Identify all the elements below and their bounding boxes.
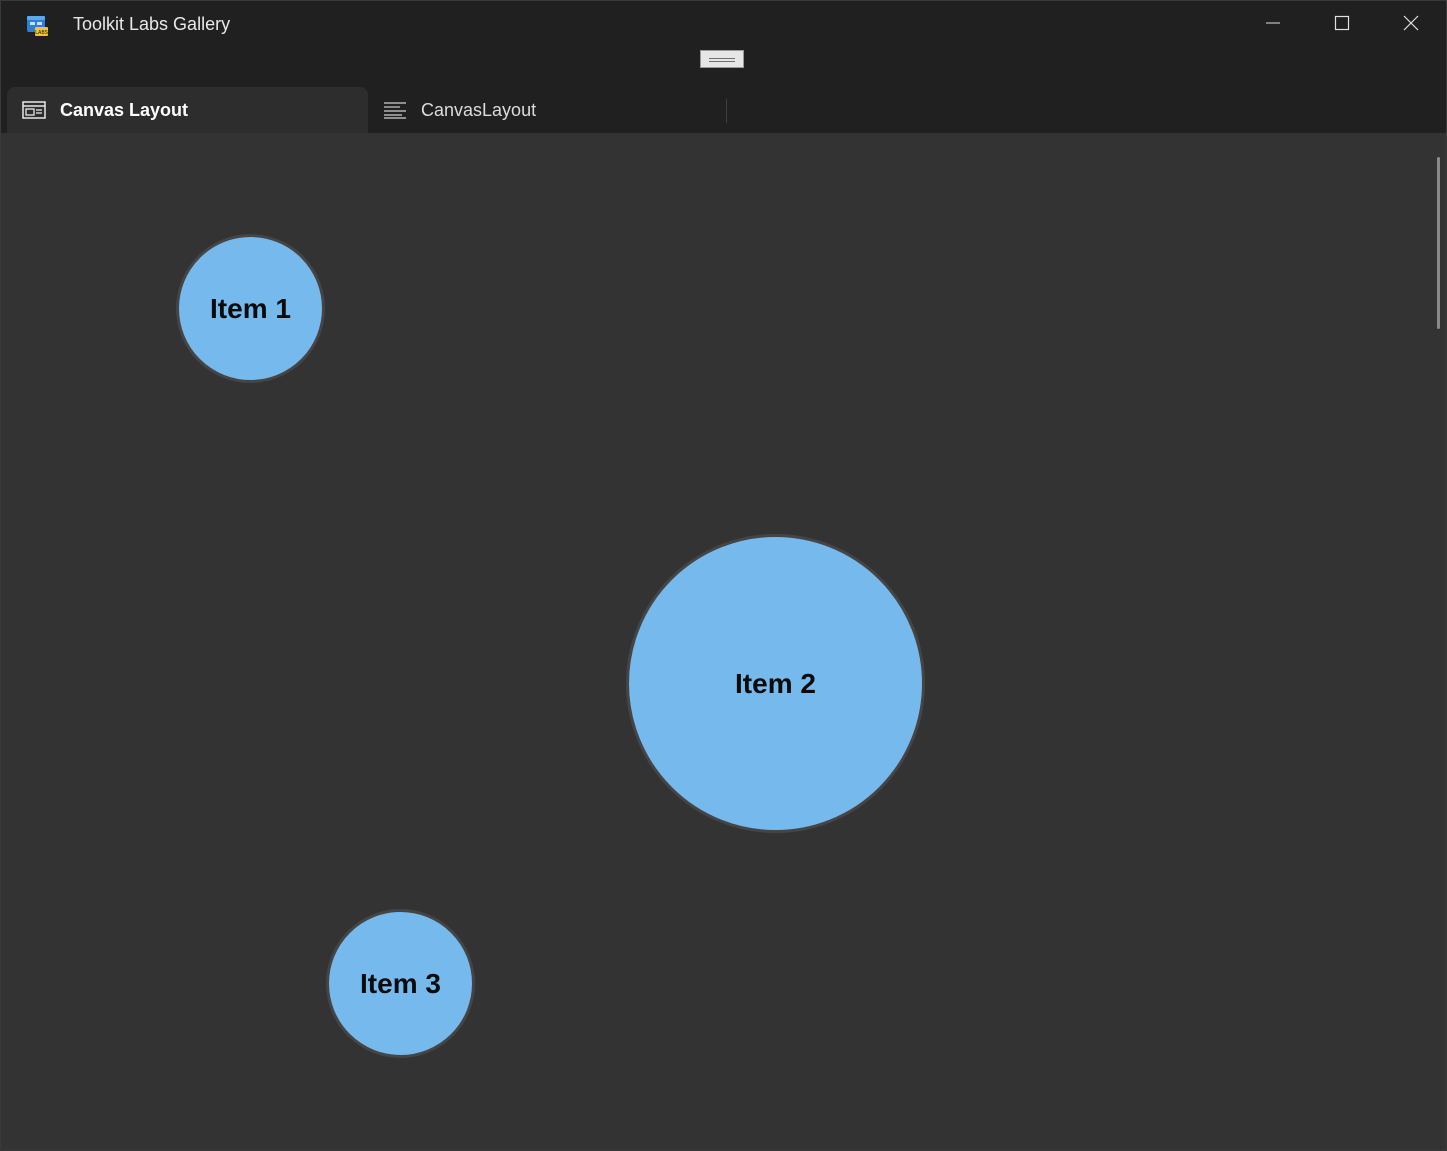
close-button[interactable]	[1377, 1, 1445, 49]
tab-label: CanvasLayout	[421, 99, 537, 120]
canvas-item-label: Item 2	[735, 667, 816, 699]
toolkit-labs-icon: LABS	[25, 15, 49, 37]
close-icon	[1403, 15, 1419, 36]
maximize-icon	[1334, 15, 1350, 36]
tab-divider	[726, 99, 727, 123]
document-lines-icon	[382, 100, 408, 120]
title-bar[interactable]: LABS Toolkit Labs Gallery	[1, 1, 1446, 49]
tab-label: Canvas Layout	[60, 99, 189, 120]
tab-canvaslayout-doc[interactable]: CanvasLayout	[368, 87, 726, 133]
canvas-layout-area[interactable]: Item 1 Item 2 Item 3	[1, 133, 1446, 1150]
maximize-button[interactable]	[1308, 1, 1376, 49]
canvas-item-3[interactable]: Item 3	[326, 909, 475, 1058]
sample-window-icon	[21, 100, 47, 120]
canvas-item-label: Item 1	[210, 292, 291, 324]
canvas-item-1[interactable]: Item 1	[176, 234, 325, 383]
grip-line-icon	[709, 58, 735, 59]
window-title: Toolkit Labs Gallery	[73, 14, 231, 34]
grip-line-icon	[709, 61, 735, 62]
canvas-item-2[interactable]: Item 2	[626, 534, 925, 833]
drag-handle[interactable]	[700, 50, 744, 68]
tab-canvas-layout[interactable]: Canvas Layout	[7, 87, 368, 133]
vertical-scrollbar[interactable]	[1437, 157, 1440, 329]
svg-text:LABS: LABS	[35, 30, 48, 36]
canvas-item-label: Item 3	[360, 967, 441, 999]
app-window: LABS Toolkit Labs Gallery Canvas Layout …	[0, 0, 1447, 1151]
minimize-icon	[1265, 15, 1281, 36]
minimize-button[interactable]	[1239, 1, 1307, 49]
tab-bar: Canvas Layout CanvasLayout	[1, 87, 1446, 133]
